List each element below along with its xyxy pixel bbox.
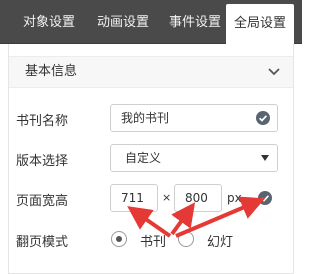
page-height-input[interactable]: 800 xyxy=(174,184,222,212)
radio-slide-label[interactable]: 幻灯 xyxy=(207,231,233,250)
check-circle-icon[interactable] xyxy=(258,191,272,205)
book-name-label: 书刊名称 xyxy=(16,114,69,129)
tab-global-settings[interactable]: 全局设置 xyxy=(226,4,294,44)
version-label: 版本选择 xyxy=(16,154,69,169)
times-sign: × xyxy=(162,191,172,204)
radio-book[interactable] xyxy=(111,231,127,247)
tab-event-settings[interactable]: 事件设置 xyxy=(158,6,232,39)
page-width-value: 711 xyxy=(121,191,144,205)
book-name-input[interactable]: 我的书刊 xyxy=(110,104,278,132)
check-circle-icon[interactable] xyxy=(256,111,270,125)
page-width-input[interactable]: 711 xyxy=(110,184,158,212)
page-size-label: 页面宽高 xyxy=(16,194,69,209)
version-selected: 自定义 xyxy=(125,151,162,165)
triangle-down-icon xyxy=(261,155,269,161)
version-select[interactable]: 自定义 xyxy=(110,144,278,172)
tab-bar: 对象设置 动画设置 事件设置 全局设置 xyxy=(0,0,302,44)
tab-animation-settings[interactable]: 动画设置 xyxy=(86,6,160,39)
tab-object-settings[interactable]: 对象设置 xyxy=(14,6,84,39)
unit-label: px xyxy=(227,191,242,205)
radio-book-label[interactable]: 书刊 xyxy=(140,231,166,250)
panel-title: 基本信息 xyxy=(25,64,78,79)
radio-slide[interactable] xyxy=(178,231,194,247)
flip-mode-label: 翻页模式 xyxy=(16,235,69,250)
page-height-value: 800 xyxy=(185,191,208,205)
panel-header[interactable]: 基本信息 xyxy=(9,56,293,88)
book-name-value: 我的书刊 xyxy=(121,111,170,125)
chevron-down-icon[interactable] xyxy=(267,65,281,79)
